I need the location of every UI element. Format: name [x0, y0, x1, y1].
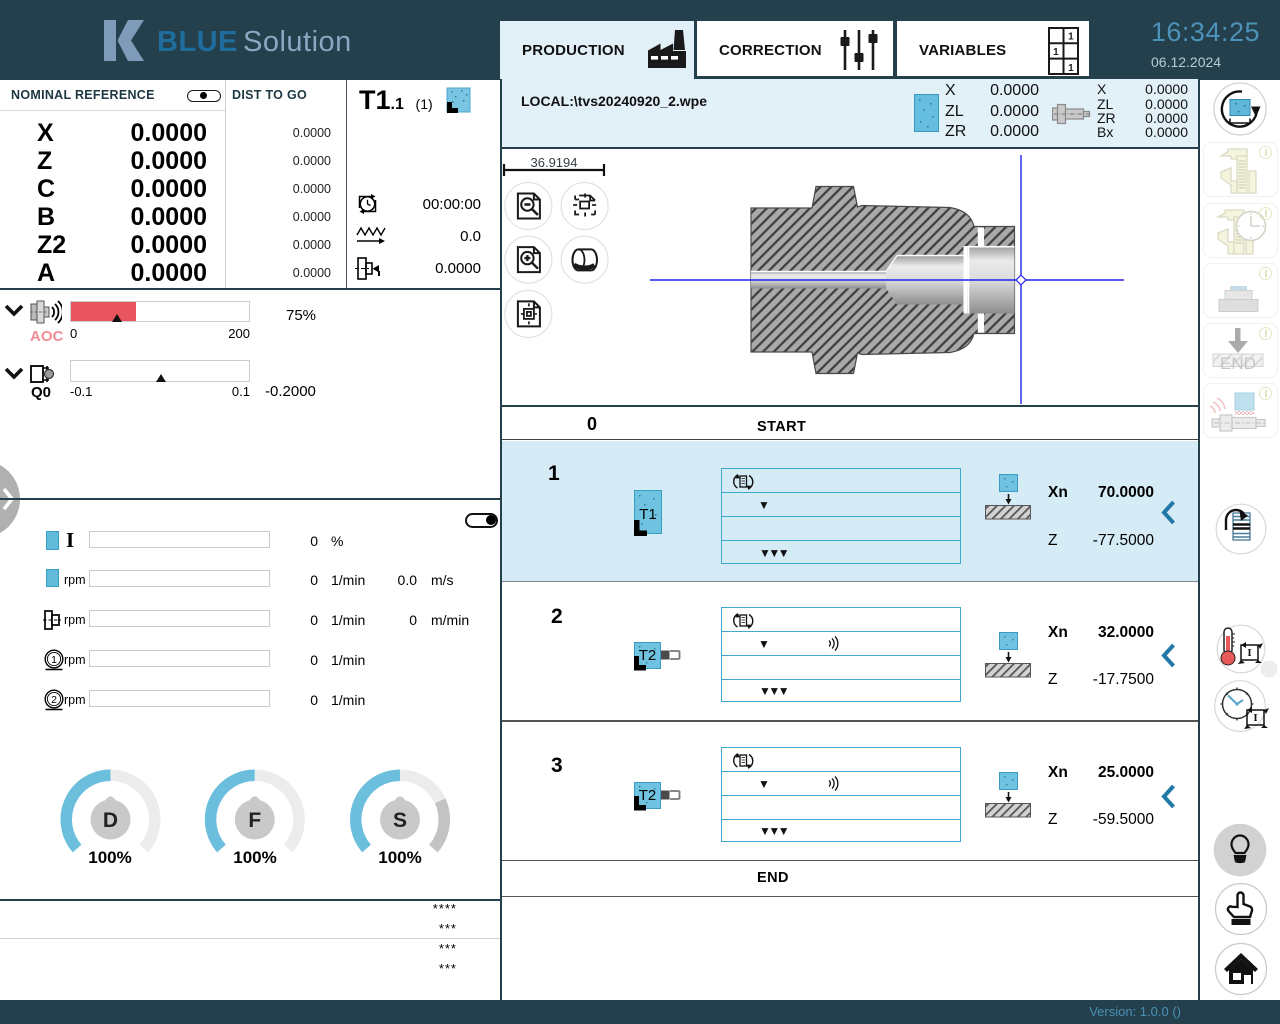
svg-text:END: END [1220, 354, 1256, 373]
svg-text:T2: T2 [639, 787, 657, 804]
svg-text:1: 1 [1053, 47, 1059, 58]
svg-text:D: D [103, 809, 118, 832]
svg-text:I: I [1247, 647, 1251, 659]
svg-text:I: I [1253, 712, 1257, 724]
svg-text:S: S [393, 809, 407, 832]
svg-text:1: 1 [1068, 63, 1074, 74]
svg-text:1: 1 [1068, 32, 1074, 43]
svg-text:F: F [248, 809, 261, 832]
svg-text:T1: T1 [639, 506, 657, 523]
svg-text:1: 1 [51, 654, 57, 666]
svg-text:36.9194: 36.9194 [531, 155, 578, 170]
svg-text:2: 2 [51, 694, 57, 706]
svg-text:T2: T2 [639, 647, 657, 664]
